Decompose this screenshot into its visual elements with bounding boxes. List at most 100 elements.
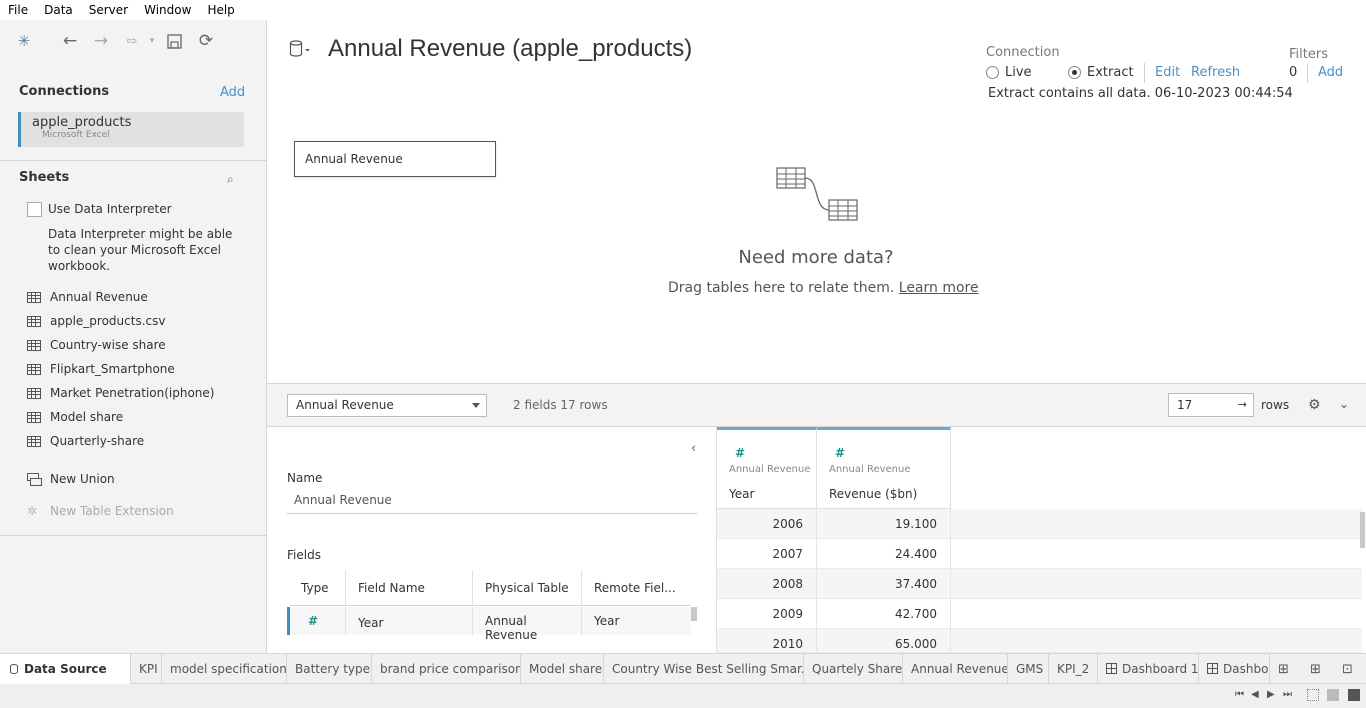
new-story-icon[interactable]: ⊡: [1342, 662, 1353, 677]
previous-sheet-icon[interactable]: ◀: [1251, 689, 1259, 700]
new-worksheet-icon[interactable]: ⊞: [1278, 662, 1289, 677]
sheet-sorter-icon[interactable]: [1307, 689, 1319, 701]
connection-type: Microsoft Excel: [42, 130, 110, 140]
search-icon[interactable]: ⌕: [227, 172, 234, 187]
year-cell[interactable]: 2010: [717, 629, 817, 652]
tab-brand-price-comparison[interactable]: brand price comparison: [372, 654, 521, 684]
tab-model-share[interactable]: Model share: [521, 654, 604, 684]
grid-vertical-scrollbar[interactable]: [1360, 512, 1365, 548]
datasource-cylinder-icon[interactable]: [289, 40, 311, 62]
revenue-cell[interactable]: 42.700: [817, 599, 951, 629]
learn-more-link[interactable]: Learn more: [899, 280, 979, 296]
rows-input[interactable]: 17 →: [1168, 393, 1254, 417]
rows-label: rows: [1261, 398, 1290, 412]
apply-arrow-icon[interactable]: →: [1238, 398, 1247, 411]
page-title[interactable]: Annual Revenue (apple_products): [328, 35, 692, 63]
tab-annual-revenue[interactable]: Annual Revenue: [903, 654, 1008, 684]
name-field[interactable]: Annual Revenue: [287, 493, 697, 514]
table-select[interactable]: Annual Revenue: [287, 394, 487, 417]
connection-item[interactable]: apple_products Microsoft Excel: [18, 112, 244, 147]
remote-field-cell: Year: [582, 607, 691, 635]
last-sheet-icon[interactable]: ⏭: [1283, 689, 1292, 700]
numeric-type-icon[interactable]: #: [290, 607, 346, 635]
year-cell[interactable]: 2008: [717, 569, 817, 599]
chevron-down-icon[interactable]: ⌄: [1339, 397, 1349, 411]
tab-dashboard-2[interactable]: Dashboa: [1199, 654, 1270, 684]
dashboard-icon: [1207, 663, 1218, 674]
add-filter-link[interactable]: Add: [1318, 65, 1343, 80]
collapse-panel-icon[interactable]: ‹: [691, 441, 696, 456]
year-cell[interactable]: 2009: [717, 599, 817, 629]
add-connection-link[interactable]: Add: [220, 85, 245, 100]
fields-scrollbar[interactable]: [691, 607, 697, 621]
field-name-cell[interactable]: Year: [346, 607, 473, 635]
redo-dropdown-icon[interactable]: ▾: [141, 30, 163, 52]
column-header-year[interactable]: # Annual Revenue Year: [717, 427, 817, 509]
year-cell[interactable]: 2006: [717, 509, 817, 539]
canvas-table-annual-revenue[interactable]: Annual Revenue: [294, 141, 496, 177]
tab-label: brand price comparison: [380, 662, 521, 676]
fields-col-physical-table[interactable]: Physical Table: [473, 570, 582, 606]
sheet-item-annual-revenue[interactable]: Annual Revenue: [27, 288, 148, 306]
menu-data[interactable]: Data: [44, 3, 73, 17]
tab-data-source[interactable]: Data Source: [0, 654, 131, 684]
revenue-cell[interactable]: 37.400: [817, 569, 951, 599]
menu-help[interactable]: Help: [207, 3, 234, 17]
tab-dashboard-1[interactable]: Dashboard 1: [1098, 654, 1199, 684]
next-sheet-icon[interactable]: ▶: [1267, 689, 1275, 700]
sheet-item-model-share[interactable]: Model share: [27, 408, 123, 426]
filmstrip-icon[interactable]: [1327, 689, 1339, 701]
menu-file[interactable]: File: [8, 3, 28, 17]
menu-window[interactable]: Window: [144, 3, 191, 17]
tableau-logo-icon[interactable]: ✳: [13, 30, 35, 52]
tab-country-wise-best-selling[interactable]: Country Wise Best Selling Smar...: [604, 654, 804, 684]
fields-col-type[interactable]: Type: [289, 570, 346, 606]
numeric-type-icon[interactable]: #: [735, 446, 745, 460]
new-union-item[interactable]: New Union: [27, 470, 115, 488]
fields-col-remote-field[interactable]: Remote Fiel...: [582, 570, 691, 606]
need-more-data-heading: Need more data?: [738, 247, 894, 268]
redo-icon[interactable]: ⇨: [121, 30, 143, 52]
sheet-item-quarterly-share[interactable]: Quarterly-share: [27, 432, 144, 450]
refresh-extract-link[interactable]: Refresh: [1191, 65, 1240, 80]
sheet-item-country-wise-share[interactable]: Country-wise share: [27, 336, 166, 354]
tab-label: model specification: [170, 662, 287, 676]
tabs-view-icon[interactable]: [1348, 689, 1360, 701]
forward-arrow-icon[interactable]: →: [90, 30, 112, 52]
tab-kpi-2[interactable]: KPI_2: [1049, 654, 1098, 684]
new-dashboard-icon[interactable]: ⊞: [1310, 662, 1321, 677]
refresh-icon[interactable]: ⟳: [195, 30, 217, 52]
sheet-item-apple-products-csv[interactable]: apple_products.csv: [27, 312, 165, 330]
tab-gms[interactable]: GMS: [1008, 654, 1049, 684]
extract-radio[interactable]: [1068, 66, 1081, 79]
relate-tables-icon: [775, 166, 859, 227]
live-radio[interactable]: [986, 66, 999, 79]
tab-model-specification[interactable]: model specification: [162, 654, 287, 684]
year-cell[interactable]: 2007: [717, 539, 817, 569]
edit-extract-link[interactable]: Edit: [1155, 65, 1180, 80]
status-bar: ⏮ ◀ ▶ ⏭: [0, 684, 1366, 708]
tab-kpi[interactable]: KPI: [131, 654, 162, 684]
revenue-cell[interactable]: 19.100: [817, 509, 951, 539]
new-table-extension-item[interactable]: ✲ New Table Extension: [27, 502, 174, 520]
revenue-cell[interactable]: 24.400: [817, 539, 951, 569]
back-arrow-icon[interactable]: ←: [59, 30, 81, 52]
first-sheet-icon[interactable]: ⏮: [1235, 689, 1244, 700]
new-table-extension-label: New Table Extension: [50, 504, 174, 518]
sheet-item-flipkart-smartphone[interactable]: Flipkart_Smartphone: [27, 360, 175, 378]
tab-battery-type[interactable]: Battery type: [287, 654, 372, 684]
fields-col-field-name[interactable]: Field Name: [346, 570, 473, 606]
table-icon: [27, 339, 41, 351]
save-icon[interactable]: [163, 30, 185, 52]
revenue-cell[interactable]: 65.000: [817, 629, 951, 652]
column-header-revenue[interactable]: # Annual Revenue Revenue ($bn): [817, 427, 951, 509]
tab-label: KPI: [139, 662, 158, 676]
use-data-interpreter-checkbox[interactable]: [27, 202, 42, 217]
sheet-item-market-penetration[interactable]: Market Penetration(iphone): [27, 384, 214, 402]
data-interpreter-description: Data Interpreter might be able to clean …: [48, 227, 233, 273]
tab-quartely-share[interactable]: Quartely Share: [804, 654, 903, 684]
menu-server[interactable]: Server: [89, 3, 128, 17]
numeric-type-icon[interactable]: #: [835, 446, 845, 460]
gear-icon[interactable]: ⚙: [1308, 397, 1321, 413]
tab-label: Model share: [529, 662, 603, 676]
